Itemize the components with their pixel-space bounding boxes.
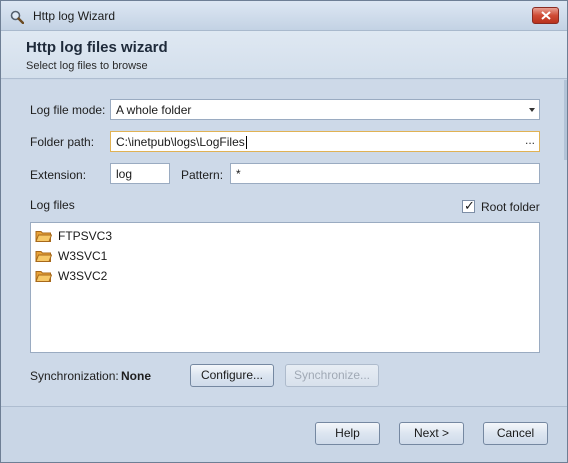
- magnifier-icon: [10, 10, 25, 25]
- window-title: Http log Wizard: [33, 9, 116, 23]
- pattern-value: *: [236, 167, 241, 181]
- root-folder-label: Root folder: [481, 200, 540, 214]
- log-files-list[interactable]: FTPSVC3 W3SVC1 W3SVC2: [30, 222, 540, 353]
- pattern-input[interactable]: *: [230, 163, 540, 184]
- list-item-label: W3SVC2: [58, 269, 108, 283]
- scrollbar[interactable]: [564, 80, 567, 160]
- folder-path-label: Folder path:: [30, 135, 95, 149]
- list-item-label: W3SVC1: [58, 249, 108, 263]
- extension-input[interactable]: log: [110, 163, 170, 184]
- pattern-label: Pattern:: [181, 168, 224, 182]
- folder-icon: [35, 251, 52, 262]
- folder-icon: [35, 271, 52, 282]
- list-item[interactable]: FTPSVC3: [35, 226, 112, 246]
- wizard-header: Http log files wizard Select log files t…: [1, 31, 567, 79]
- browse-button[interactable]: ...: [525, 133, 535, 147]
- synchronization-label: Synchronization:: [30, 369, 119, 383]
- log-files-label: Log files: [30, 198, 75, 212]
- extension-value: log: [116, 167, 133, 181]
- title-bar[interactable]: Http log Wizard: [1, 1, 567, 31]
- checkmark-icon: ✓: [464, 198, 475, 213]
- close-button[interactable]: [532, 7, 559, 24]
- list-item-label: FTPSVC3: [58, 229, 113, 243]
- page-title: Http log files wizard: [26, 39, 168, 56]
- wizard-window: Http log Wizard Http log files wizard Se…: [0, 0, 568, 463]
- folder-icon: [35, 231, 52, 242]
- next-button[interactable]: Next >: [399, 422, 464, 445]
- page-subtitle: Select log files to browse: [26, 60, 148, 72]
- text-caret: [245, 136, 247, 150]
- chevron-down-icon: [529, 108, 535, 112]
- folder-path-value: C:\inetpub\logs\LogFiles: [116, 135, 245, 149]
- log-file-mode-select[interactable]: A whole folder: [110, 99, 540, 120]
- log-file-mode-label: Log file mode:: [30, 103, 106, 117]
- synchronization-value: None: [121, 369, 151, 383]
- synchronize-button[interactable]: Synchronize...: [285, 364, 379, 387]
- folder-path-input[interactable]: C:\inetpub\logs\LogFiles ...: [110, 131, 540, 152]
- extension-label: Extension:: [30, 168, 87, 182]
- root-folder-checkbox[interactable]: ✓: [462, 198, 475, 213]
- help-button[interactable]: Help: [315, 422, 380, 445]
- list-item[interactable]: W3SVC2: [35, 266, 107, 286]
- log-file-mode-value: A whole folder: [116, 103, 192, 117]
- close-icon: [540, 11, 551, 20]
- list-item[interactable]: W3SVC1: [35, 246, 107, 266]
- configure-button[interactable]: Configure...: [190, 364, 274, 387]
- cancel-button[interactable]: Cancel: [483, 422, 548, 445]
